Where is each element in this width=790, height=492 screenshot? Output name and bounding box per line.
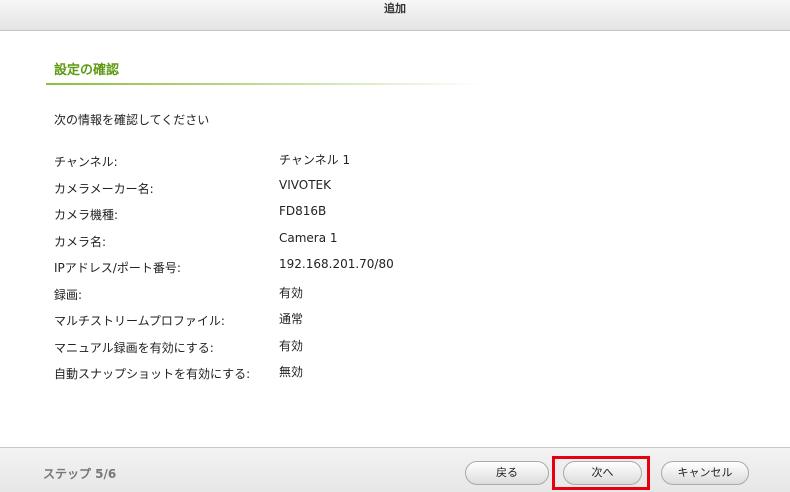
setting-label: カメラ機種: bbox=[54, 208, 119, 222]
settings-summary: チャンネル: チャンネル 1 カメラメーカー名: VIVOTEK カメラ機種: … bbox=[54, 149, 754, 388]
setting-value: FD816B bbox=[279, 204, 327, 218]
setting-value: チャンネル 1 bbox=[279, 153, 351, 167]
step-indicator: ステップ 5/6 bbox=[43, 467, 117, 481]
setting-value: 192.168.201.70/80 bbox=[279, 257, 394, 271]
setting-label: 自動スナップショットを有効にする: bbox=[54, 367, 251, 381]
settings-row-auto-snapshot: 自動スナップショットを有効にする: 無効 bbox=[54, 361, 754, 388]
dialog-title-bar: 追加 bbox=[0, 0, 790, 31]
setting-label: 録画: bbox=[54, 287, 83, 302]
instruction-text: 次の情報を確認してください bbox=[54, 113, 210, 127]
setting-label: マニュアル録画を有効にする: bbox=[54, 340, 214, 355]
cancel-button[interactable]: キャンセル bbox=[661, 461, 749, 485]
dialog-content: 設定の確認 次の情報を確認してください チャンネル: チャンネル 1 カメラメー… bbox=[0, 31, 790, 447]
section-divider bbox=[46, 83, 482, 85]
section-title: 設定の確認 bbox=[54, 63, 120, 78]
setting-label: マルチストリームプロファイル: bbox=[54, 314, 225, 328]
next-button[interactable]: 次へ bbox=[563, 461, 642, 485]
setting-value: VIVOTEK bbox=[279, 177, 331, 192]
setting-value: 無効 bbox=[279, 365, 304, 379]
dialog-title: 追加 bbox=[384, 2, 406, 15]
setting-value: 有効 bbox=[279, 338, 304, 353]
setting-value: 有効 bbox=[279, 285, 304, 300]
settings-row-channel: チャンネル: チャンネル 1 bbox=[54, 149, 754, 176]
setting-label: IPアドレス/ポート番号: bbox=[54, 261, 181, 275]
dialog-footer: ステップ 5/6 戻る 次へ キャンセル bbox=[0, 447, 790, 492]
setting-label: カメラメーカー名: bbox=[54, 181, 154, 196]
settings-row-recording: 録画: 有効 bbox=[54, 282, 754, 309]
setting-label: チャンネル: bbox=[54, 155, 118, 169]
settings-row-ip-port: IPアドレス/ポート番号: 192.168.201.70/80 bbox=[54, 255, 754, 282]
settings-row-multistream-profile: マルチストリームプロファイル: 通常 bbox=[54, 308, 754, 335]
settings-row-camera-name: カメラ名: Camera 1 bbox=[54, 229, 754, 256]
setting-value: 通常 bbox=[279, 312, 304, 326]
setting-label: カメラ名: bbox=[54, 234, 107, 249]
settings-row-camera-model: カメラ機種: FD816B bbox=[54, 202, 754, 229]
settings-row-camera-maker: カメラメーカー名: VIVOTEK bbox=[54, 176, 754, 203]
back-button[interactable]: 戻る bbox=[465, 461, 549, 485]
settings-row-manual-recording: マニュアル録画を有効にする: 有効 bbox=[54, 335, 754, 362]
setting-value: Camera 1 bbox=[279, 230, 338, 245]
